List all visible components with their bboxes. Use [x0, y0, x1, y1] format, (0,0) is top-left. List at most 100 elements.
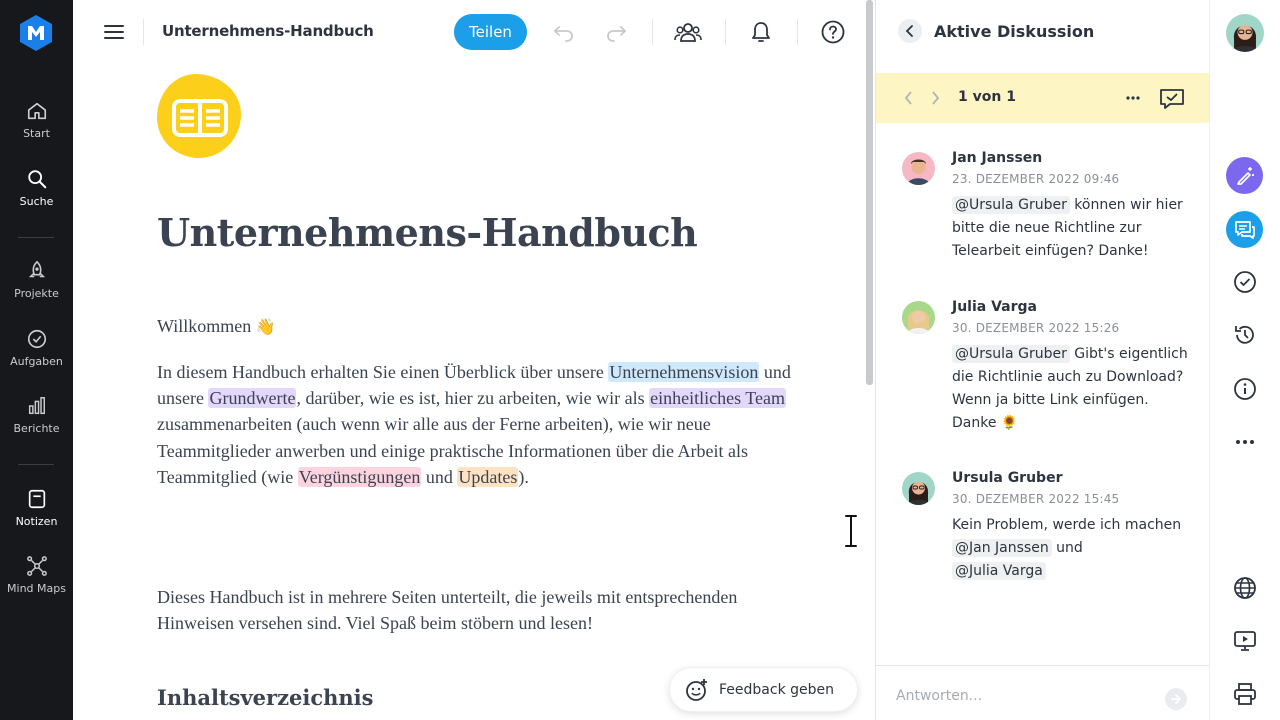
highlight-purple: Grundwerte: [208, 388, 297, 409]
top-bar: Unternehmens-Handbuch Teilen: [73, 0, 875, 64]
bar-chart-icon: [28, 397, 45, 415]
separator: [652, 19, 653, 45]
back-icon[interactable]: [898, 19, 922, 43]
left-navigation: Start Suche Projekte Aufgaben Berichte N…: [0, 0, 73, 720]
comment-date: 30. DEZEMBER 2022 15:45: [952, 492, 1120, 506]
comments-icon[interactable]: [1226, 211, 1263, 248]
waving-hand-emoji: 👋: [255, 319, 276, 336]
separator: [725, 19, 726, 45]
text-run: und: [421, 466, 458, 487]
comment-date: 30. DEZEMBER 2022 15:26: [952, 321, 1120, 335]
ai-assist-icon[interactable]: [1226, 157, 1263, 194]
comment-text: @Ursula Gruber Gibt's eigentlich die Ric…: [952, 343, 1192, 435]
reply-box: [876, 665, 1210, 720]
nav-divider: [18, 464, 54, 465]
book-icon[interactable]: [157, 74, 241, 158]
avatar[interactable]: [902, 301, 935, 334]
text-run: ).: [518, 466, 529, 487]
overview-paragraph[interactable]: Dieses Handbuch ist in mehrere Seiten un…: [157, 584, 797, 636]
comment-author: Jan Janssen: [952, 150, 1043, 166]
home-icon: [27, 102, 46, 120]
redo-icon[interactable]: [602, 18, 630, 46]
nav-label: Mind Maps: [7, 582, 66, 595]
toc-heading[interactable]: Inhaltsverzeichnis: [157, 685, 373, 710]
avatar[interactable]: [902, 152, 935, 185]
comment-date: 23. DEZEMBER 2022 09:46: [952, 172, 1120, 186]
bell-icon[interactable]: [747, 18, 775, 46]
team-icon[interactable]: [674, 18, 702, 46]
document-title: Unternehmens-Handbuch: [162, 22, 374, 40]
highlight-purple: einheitliches Team: [649, 388, 786, 409]
separator: [797, 19, 798, 45]
highlight-blue: Unternehmensvision: [608, 362, 760, 382]
avatar[interactable]: [902, 472, 935, 505]
nav-item-mind-maps[interactable]: Mind Maps: [0, 555, 73, 615]
print-icon[interactable]: [1226, 675, 1263, 712]
help-icon[interactable]: [819, 18, 847, 46]
mention[interactable]: @Ursula Gruber: [952, 196, 1070, 214]
search-icon: [27, 170, 46, 189]
presentation-icon[interactable]: [1226, 622, 1263, 659]
reply-input[interactable]: [896, 684, 1156, 708]
check-circle-icon: [27, 329, 46, 349]
nav-label: Start: [23, 127, 50, 140]
text-cursor-icon: [844, 514, 858, 548]
history-icon[interactable]: [1226, 316, 1263, 353]
comment-text: Kein Problem, werde ich machen @Jan Jans…: [952, 514, 1192, 583]
comment-text: @Ursula Gruber können wir hier bitte die…: [952, 194, 1192, 263]
nav-label: Aufgaben: [10, 355, 63, 368]
pager-count: 1 von 1: [958, 89, 1016, 105]
chevron-right-icon[interactable]: [930, 91, 940, 105]
nav-label: Suche: [19, 195, 54, 208]
feedback-label: Feedback geben: [719, 681, 834, 698]
more-options-icon[interactable]: [1126, 96, 1140, 100]
mention[interactable]: @Jan Janssen: [952, 539, 1052, 557]
text-run: , darüber, wie es ist, hier zu arbeiten,…: [296, 388, 650, 409]
comment-author: Julia Varga: [952, 299, 1037, 315]
nav-item-notizen[interactable]: Notizen: [0, 488, 73, 548]
undo-icon[interactable]: [550, 18, 578, 46]
highlight-orange: Updates: [457, 466, 519, 487]
highlight-pink: Vergünstigungen: [297, 466, 422, 487]
more-horizontal-icon[interactable]: [1226, 423, 1263, 460]
share-button[interactable]: Teilen: [454, 14, 527, 50]
nav-divider: [18, 237, 54, 238]
comment-author: Ursula Gruber: [952, 470, 1063, 486]
document-heading[interactable]: Unternehmens-Handbuch: [157, 210, 698, 255]
nav-label: Projekte: [14, 287, 59, 300]
send-icon[interactable]: [1165, 688, 1187, 710]
nav-item-start[interactable]: Start: [0, 100, 73, 160]
chevron-left-icon[interactable]: [904, 91, 914, 105]
app-logo-icon[interactable]: [18, 14, 54, 52]
nav-item-suche[interactable]: Suche: [0, 168, 73, 228]
note-icon: [28, 489, 45, 509]
text-run: In diesem Handbuch erhalten Sie einen Üb…: [157, 362, 609, 382]
intro-paragraph[interactable]: In diesem Handbuch erhalten Sie einen Üb…: [157, 359, 797, 490]
nav-item-berichte[interactable]: Berichte: [0, 395, 73, 455]
welcome-text: Willkommen: [157, 316, 252, 336]
panel-title: Aktive Diskussion: [934, 22, 1095, 41]
feedback-button[interactable]: Feedback geben: [669, 667, 858, 712]
menu-icon[interactable]: [100, 18, 128, 46]
welcome-paragraph[interactable]: Willkommen 👋: [157, 313, 797, 341]
user-avatar[interactable]: [1226, 14, 1264, 52]
mention[interactable]: @Julia Varga: [952, 562, 1046, 580]
text-run: und: [1051, 540, 1083, 556]
smiley-icon: [686, 678, 707, 701]
document-content: Unternehmens-Handbuch Willkommen 👋 In di…: [73, 64, 865, 720]
resolve-comment-icon[interactable]: [1158, 87, 1186, 111]
mention[interactable]: @Ursula Gruber: [952, 345, 1070, 363]
scrollbar-thumb[interactable]: [866, 0, 873, 385]
nav-item-aufgaben[interactable]: Aufgaben: [0, 328, 73, 388]
text-run: Kein Problem, werde ich machen: [952, 517, 1182, 533]
nav-label: Notizen: [15, 515, 58, 528]
nav-label: Berichte: [13, 422, 60, 435]
info-icon[interactable]: [1226, 370, 1263, 407]
nav-item-projekte[interactable]: Projekte: [0, 260, 73, 320]
right-rail: [1209, 0, 1280, 720]
separator: [143, 19, 144, 45]
mindmap-icon: [26, 556, 47, 576]
globe-icon[interactable]: [1226, 569, 1263, 606]
discussion-panel: Aktive Diskussion 1 von 1 Jan Janssen 23…: [875, 0, 1210, 720]
tasks-check-icon[interactable]: [1226, 263, 1263, 300]
